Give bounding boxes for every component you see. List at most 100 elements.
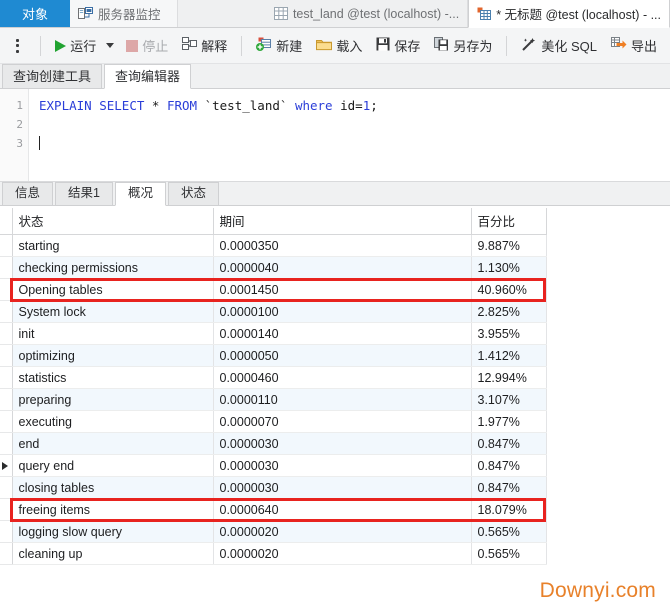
cell-percent[interactable]: 0.847%	[471, 432, 547, 455]
hamburger-icon[interactable]	[16, 38, 20, 53]
row-marker-cell[interactable]	[0, 234, 13, 257]
cell-duration[interactable]: 0.0001450	[213, 278, 472, 301]
cell-status[interactable]: Opening tables	[12, 278, 214, 301]
tab-doc-untitled[interactable]: * 无标题 @test (localhost) - ...	[468, 0, 670, 28]
cell-duration[interactable]: 0.0000020	[213, 520, 472, 543]
tab-objects[interactable]: 对象	[0, 0, 71, 27]
cell-duration[interactable]: 0.0000030	[213, 476, 472, 499]
cell-status[interactable]: cleaning up	[12, 542, 214, 565]
save-button[interactable]: 保存	[369, 33, 427, 58]
cell-status[interactable]: statistics	[12, 366, 214, 389]
table-row[interactable]: checking permissions 0.0000040 1.130%	[0, 256, 547, 279]
row-marker-cell[interactable]	[0, 476, 13, 499]
row-marker-cell[interactable]	[0, 432, 13, 455]
cell-duration[interactable]: 0.0000040	[213, 256, 472, 279]
cell-duration[interactable]: 0.0000460	[213, 366, 472, 389]
cell-percent[interactable]: 0.847%	[471, 454, 547, 477]
cell-duration[interactable]: 0.0000110	[213, 388, 472, 411]
cell-percent[interactable]: 9.887%	[471, 234, 547, 257]
cell-status[interactable]: optimizing	[12, 344, 214, 367]
cell-percent[interactable]: 3.107%	[471, 388, 547, 411]
sql-code-area[interactable]: EXPLAIN SELECT * FROM `test_land` where …	[29, 89, 670, 181]
cell-percent[interactable]: 3.955%	[471, 322, 547, 345]
cell-percent[interactable]: 0.847%	[471, 476, 547, 499]
cell-status[interactable]: starting	[12, 234, 214, 257]
load-button[interactable]: 载入	[309, 33, 369, 58]
table-row[interactable]: logging slow query 0.0000020 0.565%	[0, 520, 547, 543]
cell-duration[interactable]: 0.0000640	[213, 498, 472, 521]
table-row[interactable]: preparing 0.0000110 3.107%	[0, 388, 547, 411]
cell-status[interactable]: preparing	[12, 388, 214, 411]
table-row[interactable]: optimizing 0.0000050 1.412%	[0, 344, 547, 367]
table-row[interactable]: query end 0.0000030 0.847%	[0, 454, 547, 477]
cell-duration[interactable]: 0.0000070	[213, 410, 472, 433]
row-marker-cell[interactable]	[0, 410, 13, 433]
cell-percent[interactable]: 40.960%	[471, 278, 547, 301]
cell-percent[interactable]: 0.565%	[471, 542, 547, 565]
table-row[interactable]: executing 0.0000070 1.977%	[0, 410, 547, 433]
explain-button[interactable]: 解释	[175, 33, 234, 58]
row-marker-cell[interactable]	[0, 520, 13, 543]
run-button[interactable]: 运行	[48, 33, 103, 58]
cell-percent[interactable]: 1.977%	[471, 410, 547, 433]
row-marker-cell[interactable]	[0, 256, 13, 279]
cell-duration[interactable]: 0.0000050	[213, 344, 472, 367]
row-marker-cell[interactable]	[0, 300, 13, 323]
cell-percent[interactable]: 1.130%	[471, 256, 547, 279]
row-marker-cell[interactable]	[0, 278, 13, 301]
cell-duration[interactable]: 0.0000140	[213, 322, 472, 345]
tab-info[interactable]: 信息	[2, 182, 54, 205]
tab-doc-test-land[interactable]: test_land @test (localhost) -...	[265, 0, 469, 27]
cell-status[interactable]: logging slow query	[12, 520, 214, 543]
cell-status[interactable]: System lock	[12, 300, 214, 323]
row-marker-cell[interactable]	[0, 454, 13, 477]
run-dropdown-button[interactable]	[103, 40, 119, 51]
table-row[interactable]: freeing items 0.0000640 18.079%	[0, 498, 547, 521]
table-row[interactable]: closing tables 0.0000030 0.847%	[0, 476, 547, 499]
row-marker-cell[interactable]	[0, 366, 13, 389]
cell-percent[interactable]: 0.565%	[471, 520, 547, 543]
cell-status[interactable]: executing	[12, 410, 214, 433]
cell-percent[interactable]: 18.079%	[471, 498, 547, 521]
cell-status[interactable]: freeing items	[12, 498, 214, 521]
tab-query-builder[interactable]: 查询创建工具	[2, 64, 103, 88]
table-row[interactable]: System lock 0.0000100 2.825%	[0, 300, 547, 323]
table-row[interactable]: Opening tables 0.0001450 40.960%	[0, 278, 547, 301]
row-marker-cell[interactable]	[0, 344, 13, 367]
cell-duration[interactable]: 0.0000350	[213, 234, 472, 257]
cell-duration[interactable]: 0.0000100	[213, 300, 472, 323]
tab-result1[interactable]: 结果1	[55, 182, 113, 205]
row-marker-cell[interactable]	[0, 542, 13, 565]
row-marker-cell[interactable]	[0, 322, 13, 345]
table-row[interactable]: cleaning up 0.0000020 0.565%	[0, 542, 547, 565]
cell-duration[interactable]: 0.0000020	[213, 542, 472, 565]
save-as-button[interactable]: 另存为	[427, 33, 499, 58]
column-header-percent[interactable]: 百分比	[471, 208, 547, 235]
column-header-status[interactable]: 状态	[12, 208, 214, 235]
cell-status[interactable]: end	[12, 432, 214, 455]
cell-status[interactable]: query end	[12, 454, 214, 477]
cell-duration[interactable]: 0.0000030	[213, 454, 472, 477]
column-header-duration[interactable]: 期间	[213, 208, 472, 235]
tab-profile[interactable]: 概况	[114, 182, 166, 206]
cell-percent[interactable]: 12.994%	[471, 366, 547, 389]
cell-status[interactable]: init	[12, 322, 214, 345]
tab-status[interactable]: 状态	[167, 182, 219, 205]
row-marker-cell[interactable]	[0, 498, 13, 521]
cell-status[interactable]: checking permissions	[12, 256, 214, 279]
sql-editor[interactable]: 1 2 3 EXPLAIN SELECT * FROM `test_land` …	[0, 89, 670, 182]
cell-status[interactable]: closing tables	[12, 476, 214, 499]
tab-server-monitor[interactable]: 服务器监控	[70, 0, 178, 27]
cell-percent[interactable]: 2.825%	[471, 300, 547, 323]
tab-query-editor[interactable]: 查询编辑器	[104, 64, 192, 89]
beautify-sql-button[interactable]: 美化 SQL	[514, 33, 604, 58]
row-marker-cell[interactable]	[0, 388, 13, 411]
cell-percent[interactable]: 1.412%	[471, 344, 547, 367]
new-button[interactable]: 新建	[249, 33, 309, 58]
export-button[interactable]: 导出	[604, 33, 664, 58]
table-row[interactable]: end 0.0000030 0.847%	[0, 432, 547, 455]
table-row[interactable]: starting 0.0000350 9.887%	[0, 234, 547, 257]
table-row[interactable]: statistics 0.0000460 12.994%	[0, 366, 547, 389]
table-row[interactable]: init 0.0000140 3.955%	[0, 322, 547, 345]
cell-duration[interactable]: 0.0000030	[213, 432, 472, 455]
